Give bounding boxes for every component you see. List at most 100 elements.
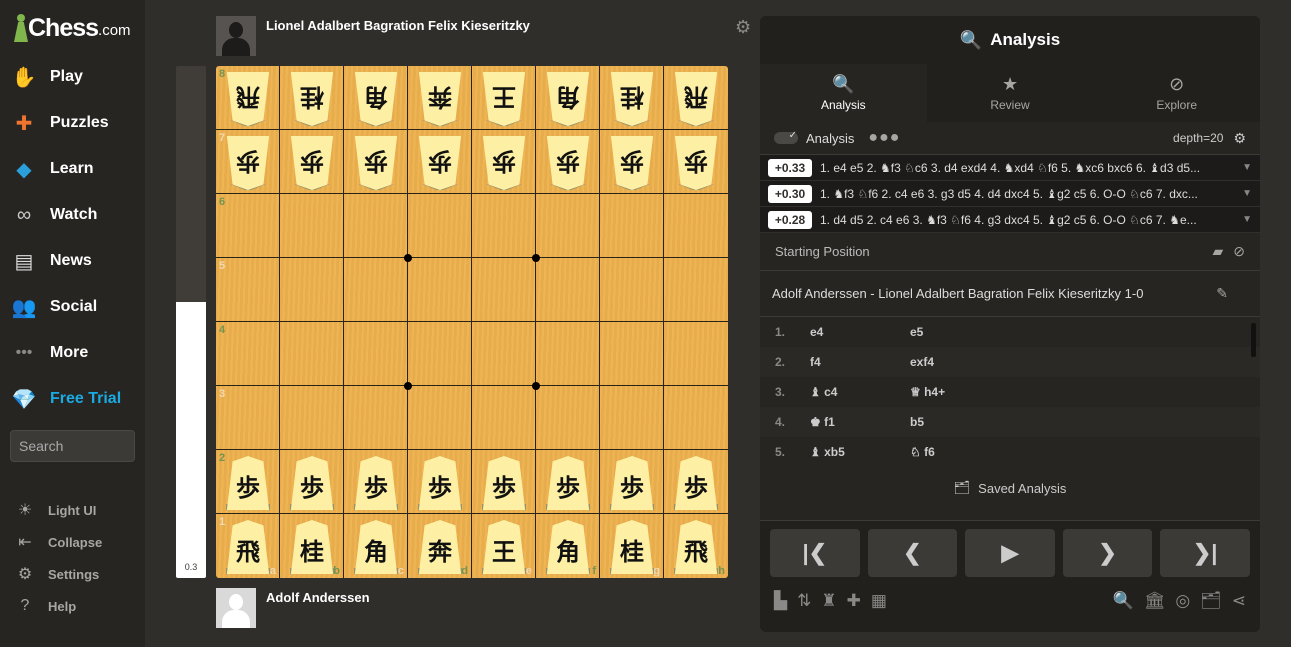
board-square-h5[interactable] [664, 258, 728, 322]
library-icon[interactable]: 🏛 [1144, 591, 1166, 611]
shogi-piece[interactable]: 歩 [226, 136, 270, 190]
shogi-piece[interactable]: 飛 [674, 72, 718, 126]
target-icon[interactable]: ◎ [1175, 591, 1190, 611]
shogi-piece[interactable]: 王 [482, 520, 526, 574]
board-square-f4[interactable] [536, 322, 600, 386]
folder-icon[interactable]: 🗂 [1200, 591, 1222, 611]
help-link[interactable]: ? Help [14, 594, 77, 618]
player-name[interactable]: Adolf Anderssen [266, 590, 370, 628]
board-square-d7[interactable]: 歩 [408, 130, 472, 194]
shogi-piece[interactable]: 飛 [674, 520, 718, 574]
shogi-piece[interactable]: 桂 [290, 520, 334, 574]
nav-news[interactable]: ▤ News [10, 244, 140, 278]
shogi-piece[interactable]: 歩 [674, 136, 718, 190]
white-move[interactable]: ♝ xb5 [810, 445, 910, 459]
player-name[interactable]: Lionel Adalbert Bagration Felix Kieserit… [266, 18, 530, 56]
board-square-g5[interactable] [600, 258, 664, 322]
black-move[interactable]: b5 [910, 415, 924, 429]
board-square-d1[interactable]: d奔 [408, 514, 472, 578]
nav-free-trial[interactable]: 💎 Free Trial [10, 382, 140, 416]
avatar[interactable] [216, 588, 256, 628]
board-square-f5[interactable] [536, 258, 600, 322]
shogi-piece[interactable]: 飛 [226, 72, 270, 126]
shogi-piece[interactable]: 歩 [610, 456, 654, 510]
shogi-piece[interactable]: 歩 [674, 456, 718, 510]
play-button[interactable]: ▶ [965, 529, 1055, 577]
board-square-a8[interactable]: 8飛 [216, 66, 280, 130]
board-square-e8[interactable]: 王 [472, 66, 536, 130]
shogi-piece[interactable]: 歩 [482, 456, 526, 510]
board-square-f3[interactable] [536, 386, 600, 450]
board-square-h1[interactable]: h飛 [664, 514, 728, 578]
white-move[interactable]: e4 [810, 325, 910, 339]
board-square-a4[interactable]: 4 [216, 322, 280, 386]
tab-review[interactable]: ★ Review [926, 64, 1094, 122]
shogi-piece[interactable]: 歩 [354, 136, 398, 190]
board-square-d3[interactable] [408, 386, 472, 450]
black-move[interactable]: ♘ f6 [910, 445, 935, 459]
white-move[interactable]: ♝ c4 [810, 385, 910, 399]
search-input[interactable]: Search [10, 430, 135, 462]
chevron-down-icon[interactable]: ▼ [1242, 214, 1252, 225]
board-square-b5[interactable] [280, 258, 344, 322]
board-square-h2[interactable]: 歩 [664, 450, 728, 514]
saved-analysis-button[interactable]: 🗂 Saved Analysis [760, 467, 1260, 509]
shogi-piece[interactable]: 歩 [354, 456, 398, 510]
board-square-g2[interactable]: 歩 [600, 450, 664, 514]
board-square-g4[interactable] [600, 322, 664, 386]
black-move[interactable]: exf4 [910, 355, 934, 369]
tab-analysis[interactable]: 🔍 Analysis [760, 64, 927, 122]
board-square-h3[interactable] [664, 386, 728, 450]
line-moves[interactable]: 1. e4 e5 2. ♞f3 ♘c6 3. d4 exd4 4. ♞xd4 ♘… [820, 161, 1236, 175]
board-square-c6[interactable] [344, 194, 408, 258]
nav-social[interactable]: 👥 Social [10, 290, 140, 324]
engine-options-icon[interactable]: ●●● [868, 129, 900, 147]
plus-icon[interactable]: ✚ [847, 591, 861, 611]
avatar[interactable] [216, 16, 256, 56]
board-square-c2[interactable]: 歩 [344, 450, 408, 514]
board-square-c8[interactable]: 角 [344, 66, 408, 130]
board-square-f1[interactable]: f角 [536, 514, 600, 578]
board-square-g3[interactable] [600, 386, 664, 450]
board-square-b4[interactable] [280, 322, 344, 386]
board-square-c7[interactable]: 歩 [344, 130, 408, 194]
shogi-piece[interactable]: 飛 [226, 520, 270, 574]
book-icon[interactable]: ▰ [1212, 243, 1223, 260]
shogi-piece[interactable]: 歩 [290, 456, 334, 510]
board-square-a2[interactable]: 2歩 [216, 450, 280, 514]
shogi-piece[interactable]: 桂 [610, 520, 654, 574]
line-moves[interactable]: 1. ♞f3 ♘f6 2. c4 e6 3. g3 d5 4. d4 dxc4 … [820, 187, 1236, 201]
board-square-a1[interactable]: 1 a飛 [216, 514, 280, 578]
board-square-h7[interactable]: 歩 [664, 130, 728, 194]
shogi-piece[interactable]: 王 [482, 72, 526, 126]
board-square-e3[interactable] [472, 386, 536, 450]
board-square-h4[interactable] [664, 322, 728, 386]
board-square-b6[interactable] [280, 194, 344, 258]
chevron-down-icon[interactable]: ▼ [1242, 188, 1252, 199]
board-square-d6[interactable] [408, 194, 472, 258]
board-square-e6[interactable] [472, 194, 536, 258]
board-square-g6[interactable] [600, 194, 664, 258]
board-square-a5[interactable]: 5 [216, 258, 280, 322]
board-square-b2[interactable]: 歩 [280, 450, 344, 514]
analysis-toggle[interactable] [774, 130, 798, 144]
board-square-g8[interactable]: 桂 [600, 66, 664, 130]
board-square-c3[interactable] [344, 386, 408, 450]
first-move-button[interactable]: |❮ [770, 529, 860, 577]
shogi-piece[interactable]: 歩 [418, 136, 462, 190]
chess-com-logo[interactable]: Chess .com [14, 14, 131, 42]
shogi-piece[interactable]: 桂 [610, 72, 654, 126]
board-square-d5[interactable] [408, 258, 472, 322]
board-square-h6[interactable] [664, 194, 728, 258]
board-square-a6[interactable]: 6 [216, 194, 280, 258]
board-square-g1[interactable]: g桂 [600, 514, 664, 578]
board-square-e1[interactable]: e王 [472, 514, 536, 578]
nav-puzzles[interactable]: ✚ Puzzles [10, 106, 140, 140]
settings-link[interactable]: ⚙ Settings [14, 562, 99, 586]
board-square-c1[interactable]: c角 [344, 514, 408, 578]
collapse-button[interactable]: ⇤ Collapse [14, 530, 102, 554]
board-square-f6[interactable] [536, 194, 600, 258]
board-square-f2[interactable]: 歩 [536, 450, 600, 514]
board-square-e2[interactable]: 歩 [472, 450, 536, 514]
shogi-piece[interactable]: 角 [546, 520, 590, 574]
